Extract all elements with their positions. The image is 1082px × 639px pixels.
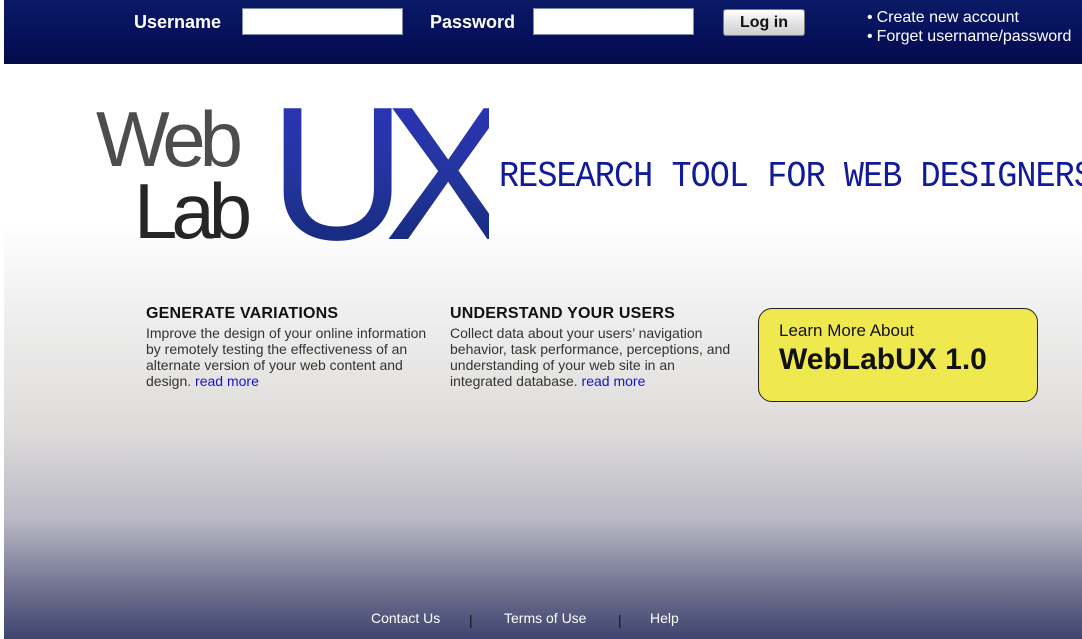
tagline: RESEARCH TOOL FOR WEB DESIGNERS [499,156,1082,197]
footer: Contact Us | Terms of Use | Help [4,609,1082,639]
learn-more-product: WebLabUX 1.0 [779,343,987,376]
learn-more-caption: Learn More About [779,321,915,340]
read-more-link[interactable]: read more [582,373,646,389]
feature-title: UNDERSTAND YOUR USERS [450,305,675,322]
create-account-link[interactable]: Create new account [877,9,1019,26]
login-button[interactable]: Log in [723,9,805,36]
username-input[interactable] [242,8,403,35]
bullet-icon: • [867,28,873,45]
weblabux-logo: Web Lab UX [94,79,514,269]
terms-of-use-link[interactable]: Terms of Use [504,610,586,626]
read-more-link[interactable]: read more [195,373,259,389]
login-header: Username Password Log in • Create new acc… [4,0,1082,64]
contact-us-link[interactable]: Contact Us [371,610,440,626]
feature-description: Collect data about your users’ navigatio… [450,325,740,389]
create-account-item: • Create new account [867,8,1071,27]
feature-description: Improve the design of your online inform… [146,325,436,389]
bullet-icon: • [867,9,873,26]
feature-title: GENERATE VARIATIONS [146,305,339,322]
feature-understand-users: UNDERSTAND YOUR USERS Collect data about… [450,305,740,389]
username-label: Username [134,12,222,32]
page: Username Password Log in • Create new acc… [4,0,1082,639]
logo-ux-text: UX [269,68,511,280]
forgot-credentials-item: • Forget username/password [867,27,1071,46]
logo-lab-text: Lab [134,167,252,255]
password-input[interactable] [533,8,694,35]
footer-separator: | [469,612,473,628]
account-links: • Create new account • Forget username/pas… [867,8,1071,46]
learn-more-button[interactable]: Learn More About WebLabUX 1.0 [758,308,1038,402]
forgot-credentials-link[interactable]: Forget username/password [877,28,1072,45]
feature-generate-variations: GENERATE VARIATIONS Improve the design o… [146,305,436,389]
footer-separator: | [618,612,622,628]
password-label: Password [430,12,516,32]
feature-text: Improve the design of your online inform… [146,325,427,389]
help-link[interactable]: Help [650,610,679,626]
